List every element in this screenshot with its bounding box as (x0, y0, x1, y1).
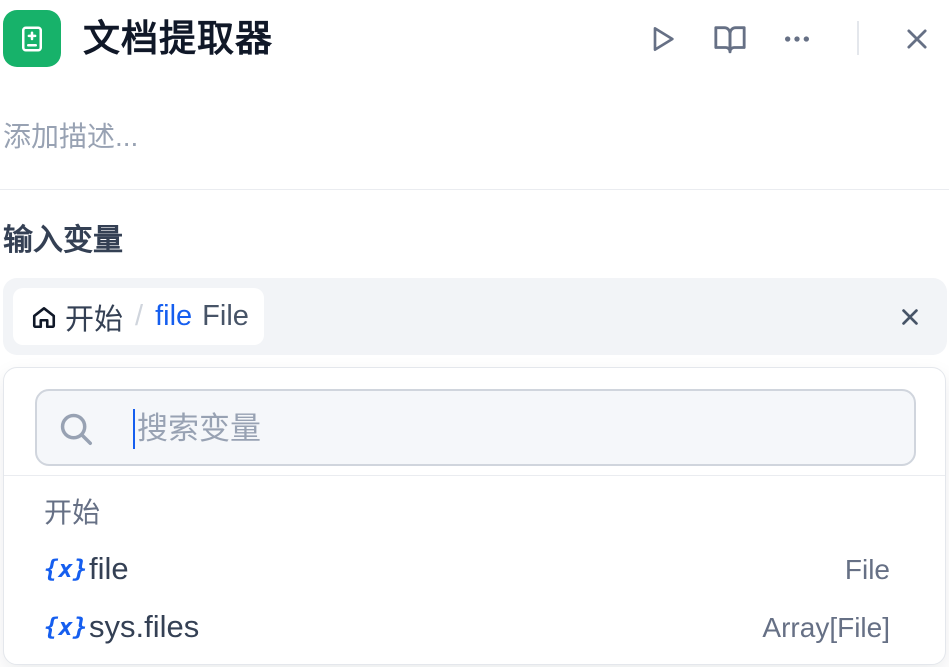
selected-variable-tag[interactable]: 开始 / file File (13, 288, 264, 345)
book-open-icon (714, 26, 746, 54)
variable-selector[interactable]: 开始 / file File (3, 278, 947, 355)
play-icon (653, 27, 674, 51)
selected-node-name: 开始 (65, 303, 124, 336)
search-icon (60, 413, 92, 445)
variable-option-type: File (844, 554, 890, 585)
variable-group-title: 开始 (44, 497, 101, 528)
close-icon (902, 309, 918, 325)
variable-option-file[interactable]: {x} file File (4, 541, 945, 597)
more-button[interactable] (777, 19, 817, 59)
input-variables-heading: 输入变量 (3, 224, 123, 257)
more-horizontal-icon (785, 36, 809, 42)
variable-option-name: sys.files (89, 609, 200, 644)
close-panel-button[interactable] (897, 19, 937, 59)
clear-variable-button[interactable] (893, 300, 927, 334)
text-caret (133, 409, 135, 449)
variable-search-input[interactable] (137, 401, 897, 457)
variable-search-box[interactable] (35, 389, 916, 466)
document-extractor-icon (3, 10, 61, 67)
header-divider (857, 21, 859, 55)
selected-variable-name: file (155, 300, 193, 332)
variable-icon: {x} (44, 613, 88, 641)
panel-title: 文档提取器 (83, 18, 273, 59)
path-separator: / (135, 300, 144, 332)
close-icon (907, 29, 927, 49)
docs-button[interactable] (710, 19, 750, 59)
variable-option-sys-files[interactable]: {x} sys.files Array[File] (4, 599, 945, 655)
dropdown-divider (4, 475, 945, 476)
variable-icon: {x} (44, 555, 88, 583)
description-input[interactable]: 添加描述... (3, 116, 138, 158)
section-divider (0, 189, 949, 190)
variable-option-type: Array[File] (762, 612, 890, 643)
selected-variable-type: File (202, 300, 249, 332)
panel-header: 文档提取器 (0, 0, 949, 80)
variable-option-name: file (89, 551, 129, 586)
run-button[interactable] (643, 19, 683, 59)
home-icon (32, 306, 56, 328)
variable-dropdown: 开始 {x} file File {x} sys.files Array[Fil… (3, 367, 946, 665)
